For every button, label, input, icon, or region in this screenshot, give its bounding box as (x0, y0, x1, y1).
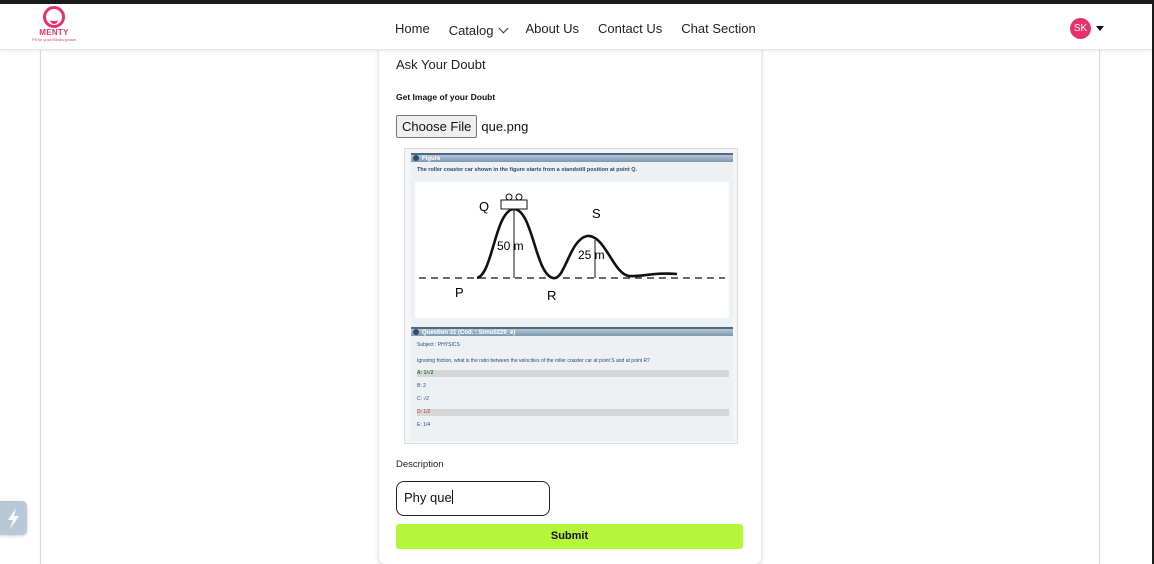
label-p: P (455, 285, 464, 300)
nav-contact-us[interactable]: Contact Us (598, 21, 662, 39)
brand-tagline: Fit for your Mind's peace (32, 37, 76, 42)
ask-doubt-card: Ask Your Doubt Get Image of your Doubt C… (379, 34, 761, 564)
nav-about-us[interactable]: About Us (526, 21, 579, 39)
nav-catalog[interactable]: Catalog (448, 21, 508, 39)
label-q: Q (479, 199, 489, 214)
question-header-bar: Question 31 (Cod. : Simu0229_e) (411, 327, 733, 336)
roller-coaster-diagram: Q S P R 50 m 25 m (419, 193, 725, 303)
user-avatar[interactable]: SK (1070, 18, 1091, 39)
file-input: Choose File que.png (396, 114, 528, 138)
figure-caption: The roller coaster car shown in the figu… (417, 167, 638, 173)
preview-content: Figure The roller coaster car shown in t… (411, 153, 733, 441)
floating-widget[interactable] (0, 501, 27, 535)
submit-button[interactable]: Submit (396, 524, 743, 549)
top-navbar: MENTY Fit for your Mind's peace Home Cat… (0, 4, 1152, 50)
lightning-icon (8, 508, 19, 529)
option-c: C: √2 (417, 396, 429, 402)
option-d: D: 1/2 (417, 409, 729, 416)
nav-chat-section[interactable]: Chat Section (681, 21, 755, 39)
form-title: Ask Your Doubt (396, 57, 486, 72)
label-s: S (592, 206, 601, 221)
nav-links: Home Catalog About Us Contact Us Chat Se… (395, 21, 775, 39)
nav-home[interactable]: Home (395, 21, 430, 39)
chevron-down-icon (498, 23, 508, 33)
text-cursor (451, 490, 453, 504)
logo-icon (43, 6, 65, 28)
choose-file-button[interactable]: Choose File (396, 114, 478, 138)
option-b: B: 2 (417, 383, 426, 389)
description-value: Phy que (404, 490, 452, 505)
brand-name: MENTY (39, 28, 69, 37)
browser-viewport: MENTY Fit for your Mind's peace Home Cat… (0, 0, 1154, 564)
question-text: Ignoring friction, what is the ratio bet… (417, 358, 650, 364)
question-header: Question 31 (Cod. : Simu0229_e) (422, 330, 516, 336)
roller-coaster-figure: Q S P R 50 m 25 m (415, 182, 729, 318)
figure-header: Figure (422, 156, 441, 162)
caret-down-icon[interactable] (1096, 26, 1104, 31)
image-field-label: Get Image of your Doubt (396, 92, 496, 102)
uploaded-image-preview: Figure The roller coaster car shown in t… (404, 148, 738, 444)
description-label: Description (396, 459, 444, 470)
description-field[interactable]: Phy que (396, 481, 550, 516)
label-height-50: 50 m (497, 239, 524, 253)
label-r: R (547, 288, 556, 303)
label-height-25: 25 m (578, 248, 605, 262)
option-e: E: 1/4 (417, 422, 431, 428)
figure-header-bar: Figure (411, 153, 733, 162)
option-a: A: 1/√2 (417, 370, 729, 377)
brand-logo[interactable]: MENTY Fit for your Mind's peace (28, 6, 80, 46)
section-dot-icon (413, 155, 419, 161)
nav-catalog-label: Catalog (448, 22, 494, 38)
question-subject: Subject : PHYSICS (417, 342, 460, 348)
section-dot-icon (413, 329, 419, 335)
selected-file-name: que.png (481, 118, 529, 134)
